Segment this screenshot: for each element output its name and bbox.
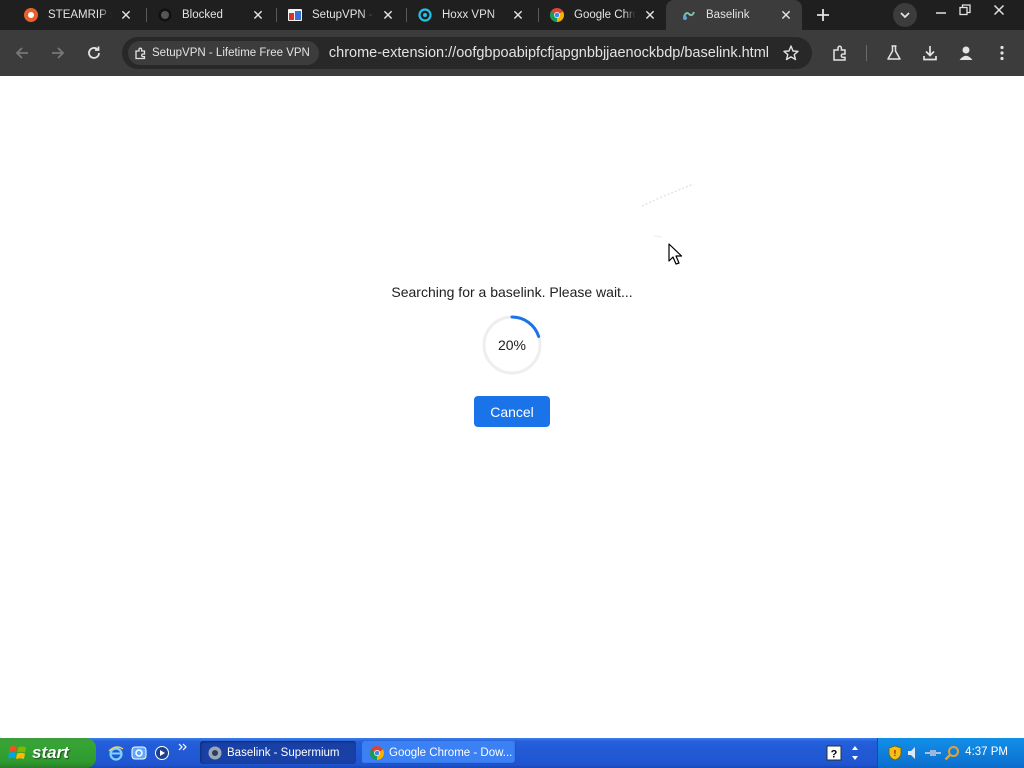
mouse-cursor-icon bbox=[668, 243, 683, 265]
scroll-arrows-icon[interactable] bbox=[850, 743, 860, 763]
close-icon[interactable]: ✕ bbox=[642, 7, 658, 23]
cancel-button[interactable]: Cancel bbox=[474, 396, 550, 427]
tab-setupvpn[interactable]: SetupVPN - ✕ bbox=[272, 0, 404, 30]
tab-blocked[interactable]: Blocked ✕ bbox=[142, 0, 274, 30]
internet-explorer-icon[interactable] bbox=[108, 745, 124, 761]
tab-hoxx-vpn[interactable]: Hoxx VPN ✕ bbox=[402, 0, 534, 30]
outlook-express-icon[interactable] bbox=[131, 745, 147, 761]
network-icon[interactable] bbox=[924, 746, 942, 760]
close-icon[interactable]: ✕ bbox=[510, 7, 526, 23]
start-label: start bbox=[32, 743, 69, 762]
start-button[interactable]: start bbox=[0, 738, 96, 768]
toolbar-separator bbox=[866, 45, 867, 61]
svg-text:!: ! bbox=[894, 749, 897, 758]
media-player-icon[interactable] bbox=[154, 745, 170, 761]
tab-title: Blocked bbox=[182, 9, 223, 21]
security-shield-icon[interactable]: ! bbox=[888, 745, 902, 761]
arrow-right-icon bbox=[52, 47, 65, 59]
progress-label: 20% bbox=[497, 337, 527, 353]
restore-button[interactable] bbox=[952, 0, 978, 20]
tab-title: STEAMRIP » bbox=[48, 9, 112, 21]
close-icon[interactable]: ✕ bbox=[778, 7, 794, 23]
menu-button[interactable] bbox=[990, 41, 1014, 65]
avatar-icon bbox=[959, 46, 973, 60]
back-button[interactable] bbox=[10, 41, 34, 65]
steamrip-icon bbox=[24, 8, 38, 22]
extension-chip[interactable]: SetupVPN - Lifetime Free VPN bbox=[128, 41, 319, 65]
clock: 4:37 PM bbox=[965, 746, 1008, 758]
download-icon bbox=[923, 46, 937, 61]
tab-search-button[interactable] bbox=[893, 3, 917, 27]
reload-icon bbox=[88, 46, 100, 59]
supermium-icon bbox=[208, 746, 222, 759]
chrome-icon bbox=[550, 8, 564, 22]
taskbar: start Baselink - Supermium Google Chrome… bbox=[0, 738, 1024, 768]
tab-title: Baselink bbox=[706, 9, 750, 21]
close-icon[interactable]: ✕ bbox=[118, 7, 134, 23]
status-message: Searching for a baselink. Please wait... bbox=[391, 284, 633, 300]
volume-icon[interactable] bbox=[906, 745, 920, 761]
taskbar-button-label: Google Chrome - Dow... bbox=[389, 746, 513, 759]
github-icon bbox=[158, 8, 172, 22]
minimize-button[interactable] bbox=[928, 0, 954, 20]
taskbar-button-google-chrome[interactable]: Google Chrome - Dow... bbox=[362, 741, 516, 764]
extensions-button[interactable] bbox=[828, 41, 852, 65]
close-icon[interactable]: ✕ bbox=[250, 7, 266, 23]
star-icon bbox=[783, 45, 799, 61]
close-window-button[interactable] bbox=[986, 0, 1012, 20]
chevron-down-icon bbox=[900, 12, 910, 19]
svg-text:?: ? bbox=[831, 749, 838, 761]
url-text[interactable]: chrome-extension://oofgbpoabipfcfjapgnbb… bbox=[329, 45, 769, 61]
windows-logo-icon bbox=[8, 746, 26, 759]
taskbar-button-baselink[interactable]: Baselink - Supermium bbox=[200, 741, 356, 764]
puzzle-icon bbox=[833, 45, 846, 61]
taskbar-button-label: Baselink - Supermium bbox=[227, 746, 340, 759]
address-bar[interactable]: SetupVPN - Lifetime Free VPN chrome-exte… bbox=[122, 37, 812, 69]
setupvpn-icon bbox=[288, 9, 302, 21]
labs-button[interactable] bbox=[882, 41, 906, 65]
close-icon[interactable]: ✕ bbox=[380, 7, 396, 23]
close-icon bbox=[993, 4, 1005, 16]
tab-title: Google Chro bbox=[574, 9, 636, 21]
tab-baselink[interactable]: Baselink ✕ bbox=[666, 0, 802, 30]
chevron-double-right-icon[interactable] bbox=[178, 742, 188, 752]
bookmark-button[interactable] bbox=[782, 44, 800, 67]
reload-button[interactable] bbox=[82, 41, 106, 65]
help-icon[interactable]: ? bbox=[826, 745, 842, 761]
extension-chip-label: SetupVPN - Lifetime Free VPN bbox=[152, 47, 310, 59]
new-tab-button[interactable] bbox=[812, 4, 834, 26]
downloads-button[interactable] bbox=[918, 41, 942, 65]
browser-toolbar: SetupVPN - Lifetime Free VPN chrome-exte… bbox=[0, 30, 1024, 76]
puzzle-icon bbox=[135, 47, 146, 59]
forward-button[interactable] bbox=[46, 41, 70, 65]
arrow-left-icon bbox=[15, 47, 28, 59]
baselink-icon bbox=[683, 11, 695, 20]
page-content: Searching for a baselink. Please wait...… bbox=[0, 76, 1024, 738]
search-icon[interactable] bbox=[944, 745, 960, 761]
render-artifact bbox=[641, 183, 695, 238]
tab-steamrip[interactable]: STEAMRIP » ✕ bbox=[8, 0, 142, 30]
system-tray: ! 4:37 PM bbox=[877, 738, 1024, 768]
minimize-icon bbox=[936, 12, 946, 14]
tab-strip: STEAMRIP » ✕ Blocked ✕ SetupVPN - ✕ Hoxx… bbox=[0, 0, 1024, 30]
tab-title: Hoxx VPN bbox=[442, 9, 496, 21]
chrome-icon bbox=[370, 745, 384, 760]
profile-button[interactable] bbox=[954, 41, 978, 65]
restore-icon bbox=[959, 4, 971, 16]
hoxx-icon bbox=[418, 8, 432, 22]
tab-title: SetupVPN - bbox=[312, 9, 373, 21]
flask-icon bbox=[887, 45, 901, 60]
kebab-menu-icon bbox=[1000, 45, 1004, 61]
tab-google-chrome[interactable]: Google Chro ✕ bbox=[534, 0, 666, 30]
plus-icon bbox=[817, 9, 829, 21]
